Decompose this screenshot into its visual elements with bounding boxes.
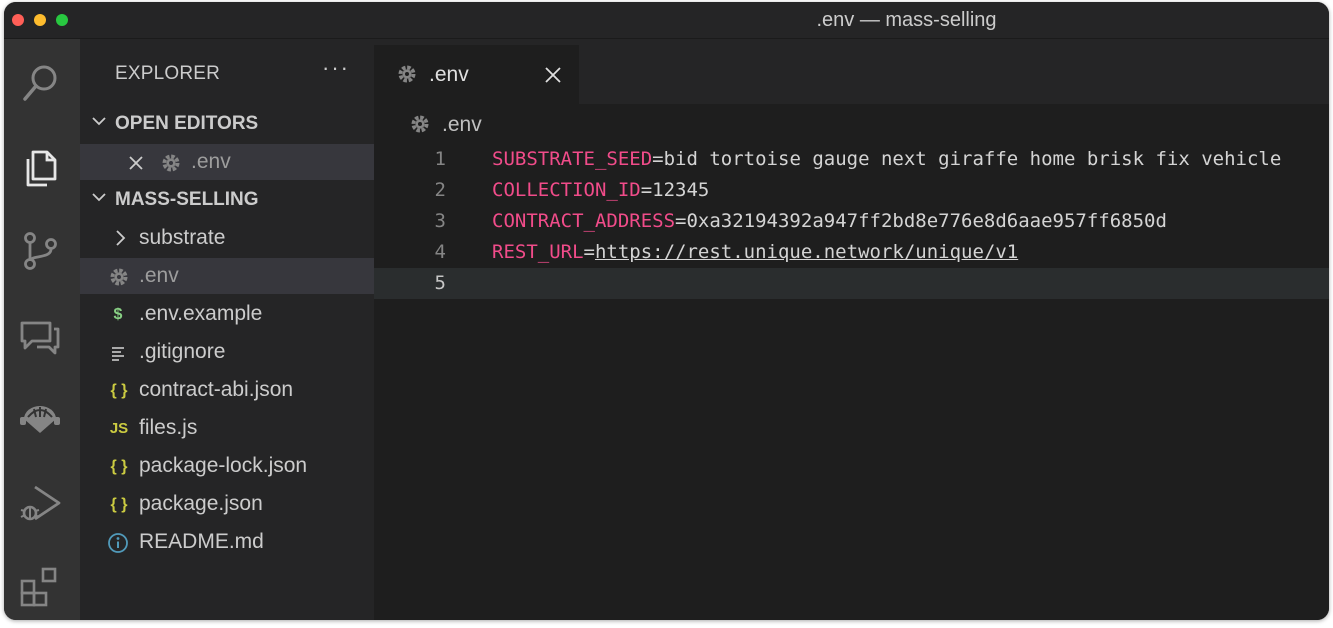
line-number: 3 [434,210,446,232]
tab-label: .env [429,63,469,86]
file-item-contract-abi[interactable]: { } contract-abi.json [80,372,374,408]
activity-bar [4,39,80,620]
chevron-right-icon [116,230,126,246]
line-number: 5 [434,272,446,294]
env-key: CONTRACT_ADDRESS [492,210,676,232]
close-icon[interactable] [128,155,144,171]
chevron-down-icon [92,117,106,126]
equals-sign: = [675,210,687,232]
comments-icon[interactable] [16,311,64,359]
file-name: .env.example [139,302,263,325]
open-editor-name: .env [191,150,231,173]
breadcrumb-label: .env [442,113,482,136]
file-item-package-lock[interactable]: { } package-lock.json [80,448,374,484]
explorer-sidebar: EXPLORER ··· OPEN EDITORS .env MASS-SELL… [80,39,374,620]
file-item-gitignore[interactable]: .gitignore [80,334,374,370]
code-line[interactable]: 2 COLLECTION_ID=12345 [374,175,1329,206]
env-value: 12345 [652,179,710,201]
file-name: files.js [139,416,198,439]
env-key: REST_URL [492,241,584,263]
open-editor-item[interactable]: .env [80,144,374,180]
info-icon [108,533,128,553]
gear-icon [411,115,429,133]
chevron-down-icon [92,193,106,202]
explorer-icon[interactable] [16,143,64,191]
env-value: 0xa32194392a947ff2bd8e776e8d6aae957ff685… [686,210,1167,232]
more-actions-button[interactable]: ··· [322,55,350,81]
json-icon: { } [110,382,128,399]
tab-bar: .env [374,39,1329,104]
file-name: README.md [139,530,264,553]
file-item-readme[interactable]: README.md [80,524,374,560]
editor-area: .env .env 1 SUBSTRATE_SEED=bid tortoise … [374,39,1329,620]
file-name: package-lock.json [139,454,308,477]
env-value: bid tortoise gauge next giraffe home bri… [663,148,1282,170]
file-item-package[interactable]: { } package.json [80,486,374,522]
tab-env[interactable]: .env [374,45,579,104]
env-key: COLLECTION_ID [492,179,641,201]
code-line-current[interactable]: 5 [374,268,1329,299]
file-item-files-js[interactable]: JS files.js [80,410,374,446]
equals-sign: = [640,179,653,201]
equals-sign: = [583,241,595,263]
url-link[interactable]: https://rest.unique.network/unique/v1 [595,241,1018,263]
open-editors-label: OPEN EDITORS [115,113,259,134]
env-key: SUBSTRATE_SEED [492,148,653,170]
file-name: .env [139,264,179,287]
file-item-env-example[interactable]: $ .env.example [80,296,374,332]
gear-icon [110,268,128,286]
gear-icon [398,65,416,83]
project-section[interactable]: MASS-SELLING [80,182,374,218]
lines-icon [112,347,124,361]
json-icon: { } [110,496,128,513]
line-number: 2 [434,179,446,201]
project-label: MASS-SELLING [115,189,259,210]
js-icon: JS [109,420,129,437]
explorer-header: EXPLORER [115,63,221,84]
run-debug-icon[interactable] [16,479,64,527]
extensions-icon[interactable] [16,563,64,611]
code-line[interactable]: 1 SUBSTRATE_SEED=bid tortoise gauge next… [374,144,1329,175]
code-line[interactable]: 4 REST_URL=https://rest.unique.network/u… [374,237,1329,268]
line-number: 1 [434,148,446,170]
search-icon[interactable] [16,59,64,107]
open-editors-section[interactable]: OPEN EDITORS [80,106,374,142]
code-line[interactable]: 3 CONTRACT_ADDRESS=0xa32194392a947ff2bd8… [374,206,1329,237]
file-name: .gitignore [139,340,226,363]
gear-icon [162,154,180,172]
file-name: substrate [139,226,226,249]
source-control-icon[interactable] [16,227,64,275]
file-name: package.json [139,492,263,515]
line-number: 4 [434,241,446,263]
extension-icon[interactable] [16,395,64,443]
json-icon: { } [110,458,128,475]
dollar-icon: $ [113,306,123,323]
vscode-window: .env — mass-selling EXPLORER ··· OPEN ED [4,2,1329,620]
window-title: .env — mass-selling [816,9,997,31]
equals-sign: = [652,148,664,170]
folder-item-substrate[interactable]: substrate [80,220,374,256]
file-name: contract-abi.json [139,378,294,401]
title-bar: .env — mass-selling [4,2,1329,39]
close-icon[interactable] [544,66,562,84]
file-item-env[interactable]: .env [80,258,374,294]
